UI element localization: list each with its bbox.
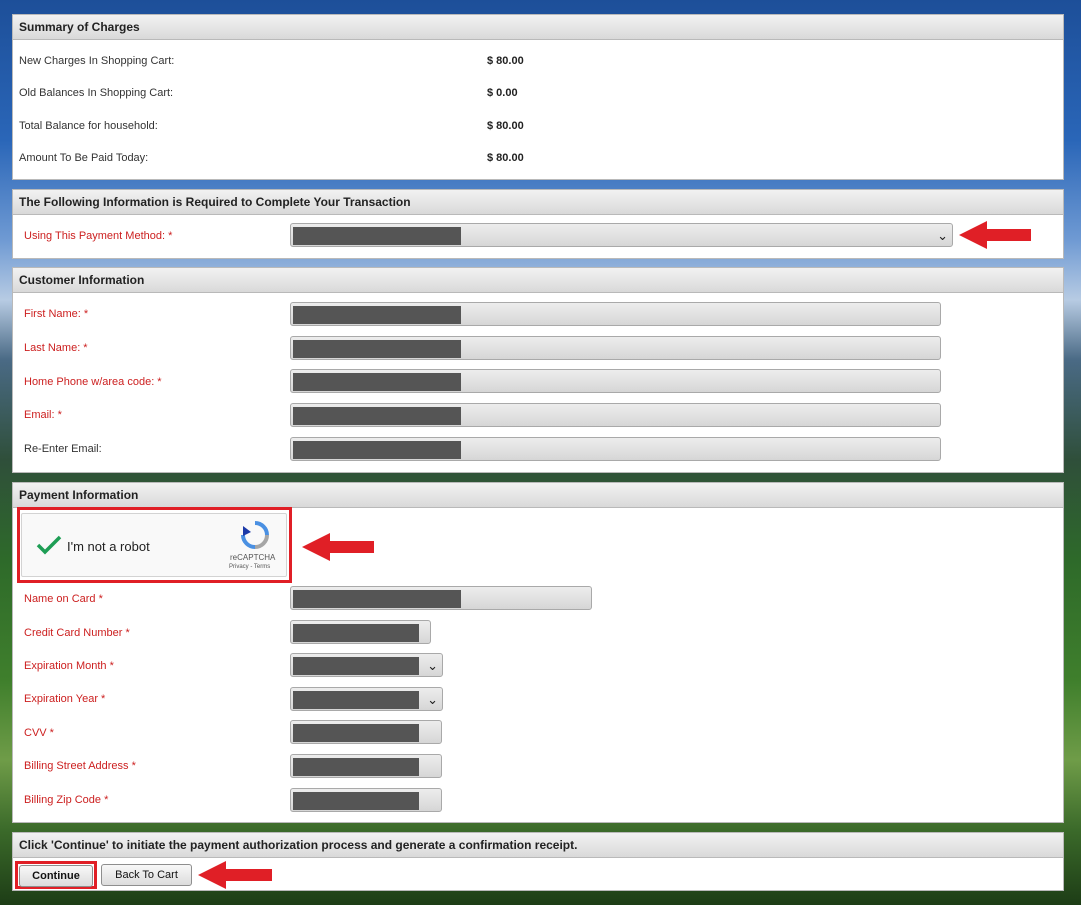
exp-month-label: Expiration Month *	[24, 660, 114, 672]
redacted-value	[293, 657, 419, 675]
summary-value: $ 80.00	[487, 55, 524, 67]
summary-value: $ 0.00	[487, 87, 518, 99]
annotation-arrow	[302, 533, 374, 561]
last-name-label: Last Name: *	[24, 342, 88, 354]
footer-panel: Click 'Continue' to initiate the payment…	[12, 832, 1064, 891]
transaction-header: The Following Information is Required to…	[13, 190, 1063, 215]
redacted-value	[293, 227, 461, 245]
exp-year-label: Expiration Year *	[24, 693, 106, 705]
redacted-value	[293, 724, 419, 742]
street-label: Billing Street Address *	[24, 760, 136, 772]
captcha-text: I'm not a robot	[67, 539, 150, 554]
annotation-arrow	[198, 861, 272, 889]
card-number-label: Credit Card Number *	[24, 627, 130, 639]
phone-field[interactable]	[290, 369, 941, 393]
redacted-value	[293, 590, 461, 608]
payment-header: Payment Information	[13, 483, 1063, 508]
zip-label: Billing Zip Code *	[24, 794, 109, 806]
last-name-field[interactable]	[290, 336, 941, 360]
chevron-down-icon: ⌄	[427, 658, 438, 673]
back-to-cart-button[interactable]: Back To Cart	[101, 864, 192, 886]
redacted-value	[293, 624, 419, 642]
email-field[interactable]	[290, 403, 941, 427]
redacted-value	[293, 407, 461, 425]
first-name-label: First Name: *	[24, 308, 89, 320]
recaptcha-widget[interactable]: I'm not a robot reCAPTCHA Privacy - Term…	[21, 513, 287, 577]
redacted-value	[293, 758, 419, 776]
redacted-value	[293, 373, 461, 391]
payment-panel: Payment Information I'm not a robot reCA…	[12, 482, 1064, 823]
summary-label: New Charges In Shopping Cart:	[19, 55, 175, 67]
footer-instruction: Click 'Continue' to initiate the payment…	[13, 833, 1063, 858]
redacted-value	[293, 691, 419, 709]
chevron-down-icon: ⌄	[937, 228, 948, 243]
zip-field[interactable]	[290, 788, 442, 812]
exp-year-select[interactable]: ⌄	[290, 687, 443, 711]
redacted-value	[293, 306, 461, 324]
cvv-field[interactable]	[290, 720, 442, 744]
recaptcha-logo-icon	[241, 521, 269, 549]
continue-button[interactable]: Continue	[19, 865, 93, 887]
checkmark-icon	[36, 535, 62, 555]
card-number-field[interactable]	[290, 620, 431, 644]
chevron-down-icon: ⌄	[427, 692, 438, 707]
summary-label: Total Balance for household:	[19, 120, 158, 132]
street-field[interactable]	[290, 754, 442, 778]
payment-method-select[interactable]: ⌄	[290, 223, 953, 247]
summary-label: Old Balances In Shopping Cart:	[19, 87, 174, 99]
payment-method-label: Using This Payment Method: *	[24, 230, 173, 242]
annotation-arrow	[959, 221, 1031, 249]
recaptcha-brand: reCAPTCHA	[230, 553, 276, 562]
customer-panel: Customer Information First Name: * Last …	[12, 267, 1064, 473]
summary-header: Summary of Charges	[13, 15, 1063, 40]
redacted-value	[293, 792, 419, 810]
summary-value: $ 80.00	[487, 152, 524, 164]
first-name-field[interactable]	[290, 302, 941, 326]
phone-label: Home Phone w/area code: *	[24, 376, 162, 388]
redacted-value	[293, 441, 461, 459]
cvv-label: CVV *	[24, 727, 54, 739]
summary-panel: Summary of Charges New Charges In Shoppi…	[12, 14, 1064, 180]
exp-month-select[interactable]: ⌄	[290, 653, 443, 677]
summary-value: $ 80.00	[487, 120, 524, 132]
transaction-panel: The Following Information is Required to…	[12, 189, 1064, 259]
name-on-card-label: Name on Card *	[24, 593, 103, 605]
redacted-value	[293, 340, 461, 358]
customer-header: Customer Information	[13, 268, 1063, 293]
reenter-email-label: Re-Enter Email:	[24, 443, 102, 455]
recaptcha-links[interactable]: Privacy - Terms	[229, 564, 270, 570]
email-label: Email: *	[24, 409, 62, 421]
reenter-email-field[interactable]	[290, 437, 941, 461]
name-on-card-field[interactable]	[290, 586, 592, 610]
summary-label: Amount To Be Paid Today:	[19, 152, 149, 164]
